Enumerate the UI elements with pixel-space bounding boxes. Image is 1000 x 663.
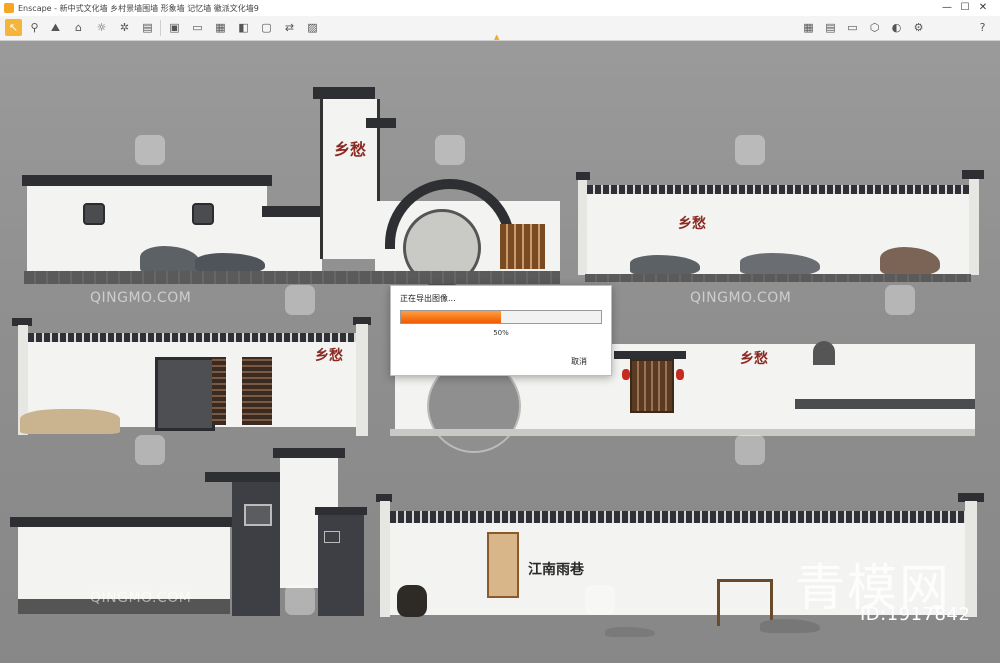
watermark-logo-icon — [735, 435, 765, 465]
lattice-cap — [587, 185, 971, 194]
toolbar: ↖ ⚲ ⛰ ⌂ ☼ ✲ ▤ ▣ ▭ ▦ ◧ ▢ ⇄ ▨ ▲ ▦ ▤ ▭ ⬡ ◐ … — [0, 16, 1000, 41]
fan-tool-icon[interactable]: ✲ — [116, 19, 133, 36]
stone-base — [585, 274, 971, 282]
video-tool-icon[interactable]: ▣ — [166, 19, 183, 36]
watermark-text: QINGMO.COM — [90, 590, 192, 606]
tag-tool-icon[interactable]: ⌂ — [70, 19, 87, 36]
rock-base — [20, 409, 120, 434]
pillar — [969, 179, 979, 275]
pillar-cap — [576, 172, 590, 180]
pillar — [578, 180, 587, 275]
roof — [10, 517, 232, 527]
cancel-button[interactable]: 取消 — [571, 356, 587, 367]
layers-tool-icon[interactable]: ◧ — [235, 19, 252, 36]
roof — [273, 448, 345, 458]
roof — [315, 507, 367, 515]
watermark-text: QINGMO.COM — [690, 290, 792, 306]
display-icon[interactable]: ▭ — [844, 19, 861, 36]
stepping-stone — [760, 619, 820, 633]
swap-tool-icon[interactable]: ⇄ — [281, 19, 298, 36]
help-icon[interactable]: ? — [974, 19, 991, 36]
image-tool-icon[interactable]: ▨ — [304, 19, 321, 36]
cursor-tool-icon[interactable]: ↖ — [5, 19, 22, 36]
watermark-logo-icon — [135, 135, 165, 165]
carved-panel — [324, 531, 340, 543]
progress-percent: 50% — [493, 329, 509, 337]
wall-panel — [267, 217, 322, 271]
calligraphy: 乡愁 — [678, 216, 706, 232]
watermark-logo-icon — [885, 285, 915, 315]
pin-tool-icon[interactable]: ⚲ — [26, 19, 43, 36]
panorama-icon[interactable]: ◐ — [888, 19, 905, 36]
roof — [313, 87, 375, 99]
watermark-logo-icon — [285, 285, 315, 315]
collapse-marker-icon[interactable]: ▲ — [494, 33, 499, 41]
export-progress-dialog: 正在导出图像... 50% 取消 — [390, 285, 612, 376]
progress-bar — [400, 310, 602, 324]
stone-base — [24, 271, 560, 284]
roof — [614, 351, 686, 359]
roof — [22, 175, 272, 186]
pillar — [380, 501, 390, 617]
watermark-logo-icon — [585, 585, 615, 615]
stepping-stone — [605, 627, 655, 637]
enscape-logo-icon — [4, 3, 14, 13]
monitor-tool-icon[interactable]: ▭ — [189, 19, 206, 36]
pillar-cap — [962, 170, 984, 179]
carved-panel — [244, 504, 272, 526]
stone-base — [390, 429, 975, 436]
lantern-icon — [676, 369, 684, 380]
report-icon[interactable]: ▤ — [822, 19, 839, 36]
window-title: Enscape - 新中式文化墙 乡村景墙围墙 形象墙 记忆墙 徽派文化墙9 — [18, 3, 259, 13]
title-bar: Enscape - 新中式文化墙 乡村景墙围墙 形象墙 记忆墙 徽派文化墙9 —… — [0, 0, 1000, 17]
lightbulb-tool-icon[interactable]: ☼ — [93, 19, 110, 36]
lattice-cap — [28, 333, 356, 342]
lantern-icon — [622, 369, 630, 380]
asset-id-label: ID:1917842 — [860, 604, 971, 625]
wall-panel — [18, 527, 230, 599]
watermark-logo-icon — [285, 585, 315, 615]
calligraphy: 乡愁 — [334, 140, 367, 159]
sign-text: 江南雨巷 — [528, 562, 584, 578]
grid-tool-icon[interactable]: ▦ — [212, 19, 229, 36]
lattice-cap — [390, 511, 965, 523]
progress-fill — [401, 311, 501, 323]
roof — [262, 206, 322, 217]
pillar — [965, 501, 977, 617]
scene-tool-icon[interactable]: ⛰ — [47, 19, 64, 36]
dialog-title: 正在导出图像... — [400, 294, 456, 303]
settings-icon[interactable]: ⚙ — [910, 19, 927, 36]
well-frame — [717, 579, 773, 626]
lattice-window — [630, 359, 674, 413]
bamboo-scroll — [500, 224, 545, 269]
close-button[interactable]: ✕ — [966, 0, 1000, 16]
roof — [366, 118, 396, 128]
pillar — [356, 324, 368, 436]
hex-window — [192, 203, 214, 225]
watermark-text: QINGMO.COM — [90, 290, 192, 306]
hex-window — [83, 203, 105, 225]
book-tool-icon[interactable]: ▤ — [139, 19, 156, 36]
calligraphy: 乡愁 — [315, 348, 343, 364]
hanging-scroll — [487, 532, 519, 598]
box-tool-icon[interactable]: ▢ — [258, 19, 275, 36]
arch-window — [813, 341, 835, 365]
gate-pillar — [232, 482, 280, 616]
lattice-door — [242, 357, 272, 425]
watermark-logo-icon — [135, 435, 165, 465]
watermark-logo-icon — [735, 135, 765, 165]
cube-icon[interactable]: ⬡ — [866, 19, 883, 36]
door-window — [155, 357, 215, 431]
lattice-door — [212, 357, 226, 425]
gallery-icon[interactable]: ▦ — [800, 19, 817, 36]
watermark-logo-icon — [435, 135, 465, 165]
roof — [795, 399, 975, 409]
roof — [205, 472, 281, 482]
water-jar — [397, 585, 427, 617]
calligraphy: 乡愁 — [740, 351, 768, 367]
